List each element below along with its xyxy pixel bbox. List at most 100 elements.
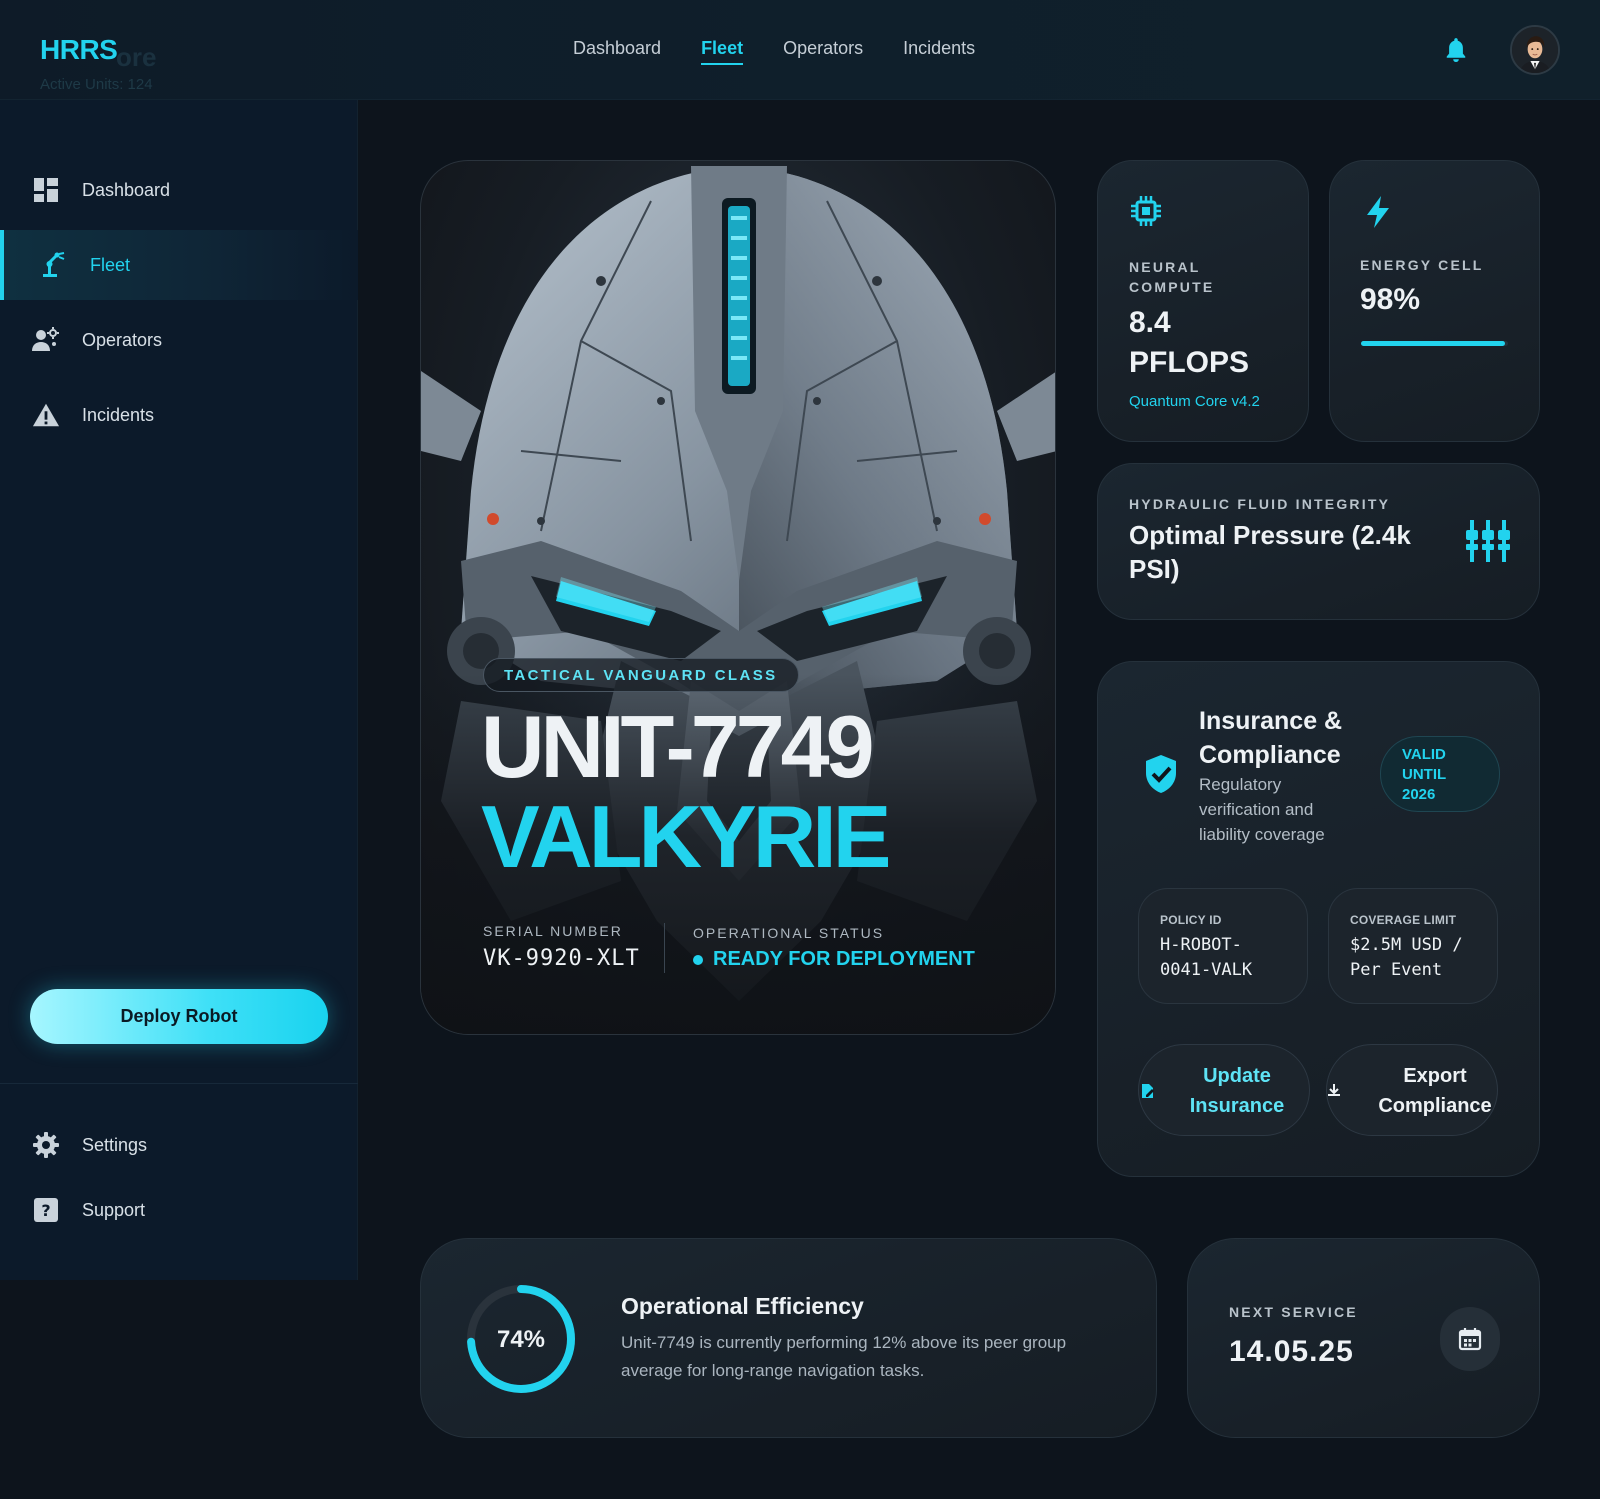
neural-label-line2: COMPUTE (1129, 279, 1215, 295)
sidebar-item-operators[interactable]: Operators (0, 305, 358, 375)
serial-number-label: SERIAL NUMBER (483, 923, 623, 939)
efficiency-desc-line2: average for long-range navigation tasks. (621, 1361, 925, 1380)
top-nav-operators[interactable]: Operators (783, 38, 863, 65)
badge-line1: VALID (1402, 746, 1446, 763)
neural-label-line1: NEURAL (1129, 259, 1201, 275)
hydraulic-value-line2: PSI) (1129, 554, 1180, 584)
sidebar-item-support[interactable]: ? Support (0, 1175, 358, 1245)
top-nav: Dashboard Fleet Operators Incidents (573, 38, 975, 65)
operational-status-value: READY FOR DEPLOYMENT (693, 948, 975, 971)
next-service-date: 14.05.25 (1229, 1335, 1354, 1368)
neural-compute-label: NEURAL COMPUTE (1129, 257, 1214, 297)
class-badge: TACTICAL VANGUARD CLASS (483, 658, 799, 692)
serial-number-value: VK-9920-XLT (483, 946, 640, 971)
coverage-limit-value: $2.5M USD / Per Event (1350, 933, 1463, 983)
compliance-title-line2: Compliance (1199, 741, 1341, 769)
sidebar-item-label: Operators (82, 329, 163, 350)
grid-icon (32, 176, 60, 204)
compliance-title-line1: Insurance & (1199, 707, 1343, 735)
export-compliance-label: Export Compliance (1355, 1061, 1515, 1121)
efficiency-description: Unit-7749 is currently performing 12% ab… (621, 1329, 1066, 1385)
download-icon (1328, 1084, 1340, 1096)
top-nav-incidents[interactable]: Incidents (903, 38, 975, 65)
export-label-line2: Compliance (1378, 1095, 1492, 1117)
policy-value-line2: 0041-VALK (1160, 960, 1253, 980)
energy-progress-track (1361, 341, 1508, 346)
operators-icon (32, 326, 60, 354)
edit-document-icon (1142, 1084, 1154, 1098)
brand-logo[interactable]: HRRS (40, 34, 118, 66)
sidebar-item-label: Settings (82, 1134, 148, 1155)
top-bar: ore HRRS Active Units: 124 Dashboard Fle… (0, 0, 1600, 100)
sidebar-item-label: Incidents (82, 404, 155, 425)
sidebar-item-label: Fleet (90, 254, 131, 275)
status-dot-icon (693, 954, 703, 965)
operational-status-label: OPERATIONAL STATUS (693, 925, 885, 941)
insurance-compliance-card: Insurance & Compliance Regulatory verifi… (1097, 661, 1540, 1177)
neural-value-line2: PFLOPS (1129, 346, 1250, 379)
valves-icon (1466, 520, 1510, 562)
deploy-robot-button[interactable]: Deploy Robot (30, 989, 328, 1044)
update-label-line2: Insurance (1189, 1095, 1285, 1117)
shield-check-icon (1146, 755, 1176, 793)
coverage-value-line2: Per Event (1350, 960, 1443, 980)
next-service-card: NEXT SERVICE 14.05.25 (1187, 1238, 1540, 1438)
sidebar: Dashboard Fleet Operators Incidents Depl… (0, 100, 358, 1280)
efficiency-percent: 74% (496, 1326, 546, 1353)
badge-line2: UNTIL (1402, 766, 1447, 783)
compliance-description: Regulatory verification and liability co… (1199, 772, 1325, 847)
hydraulic-label: HYDRAULIC FLUID INTEGRITY (1129, 496, 1391, 512)
sidebar-item-incidents[interactable]: Incidents (0, 380, 358, 450)
sidebar-divider (0, 1083, 358, 1084)
gear-icon (32, 1131, 60, 1159)
coverage-limit-box: COVERAGE LIMIT $2.5M USD / Per Event (1328, 888, 1498, 1004)
top-nav-fleet[interactable]: Fleet (701, 38, 744, 65)
hero-divider (664, 923, 665, 973)
user-avatar[interactable] (1510, 25, 1560, 75)
valid-until-badge: VALID UNTIL 2026 (1380, 736, 1500, 812)
calendar-button[interactable] (1440, 1307, 1500, 1371)
badge-line3: 2026 (1402, 786, 1436, 803)
update-insurance-label: Update Insurance (1167, 1061, 1307, 1121)
operational-efficiency-card: 74% Operational Efficiency Unit-7749 is … (420, 1238, 1157, 1438)
efficiency-desc-line1: Unit-7749 is currently performing 12% ab… (621, 1333, 1067, 1352)
export-label-line1: Export (1403, 1065, 1467, 1087)
efficiency-title: Operational Efficiency (621, 1293, 864, 1319)
energy-progress-fill (1361, 341, 1506, 346)
brand-ghost-text: ore (116, 42, 157, 72)
hydraulic-integrity-card: HYDRAULIC FLUID INTEGRITY Optimal Pressu… (1097, 463, 1540, 620)
energy-cell-value: 98% (1360, 283, 1421, 316)
sidebar-item-label: Dashboard (82, 179, 171, 200)
avatar-portrait-icon (1512, 27, 1558, 73)
sidebar-item-fleet[interactable]: Fleet (0, 230, 358, 300)
policy-value-line1: H-ROBOT- (1160, 935, 1242, 955)
sidebar-item-settings[interactable]: Settings (0, 1110, 358, 1180)
hydraulic-value-line1: Optimal Pressure (2.4k (1129, 520, 1411, 550)
status-text: READY FOR DEPLOYMENT (713, 948, 975, 970)
top-nav-dashboard[interactable]: Dashboard (573, 38, 661, 65)
coverage-limit-label: COVERAGE LIMIT (1350, 913, 1457, 927)
calendar-icon (1458, 1328, 1482, 1351)
warning-icon (32, 401, 60, 429)
robot-hero-card: TACTICAL VANGUARD CLASS UNIT-7749 VALKYR… (420, 160, 1056, 1035)
sidebar-item-label: Support (82, 1199, 146, 1220)
policy-id-value: H-ROBOT- 0041-VALK (1160, 933, 1252, 983)
neural-value-line1: 8.4 (1129, 306, 1171, 339)
help-icon: ? (32, 1196, 60, 1224)
unit-name: UNIT-7749 (481, 697, 875, 796)
compliance-desc-line3: liability coverage (1199, 825, 1325, 844)
coverage-value-line1: $2.5M USD / (1350, 935, 1463, 955)
export-compliance-button[interactable]: Export Compliance (1326, 1044, 1498, 1136)
update-insurance-button[interactable]: Update Insurance (1138, 1044, 1310, 1136)
svg-text:?: ? (41, 1201, 50, 1220)
next-service-label: NEXT SERVICE (1229, 1304, 1358, 1320)
sidebar-item-dashboard[interactable]: Dashboard (0, 155, 358, 225)
policy-id-label: POLICY ID (1160, 913, 1222, 927)
bolt-icon (1367, 196, 1389, 228)
compliance-desc-line2: verification and (1199, 800, 1314, 819)
robot-arm-icon (40, 251, 68, 279)
active-units-count: Active Units: 124 (40, 76, 153, 93)
neural-compute-subtitle: Quantum Core v4.2 (1129, 393, 1260, 410)
bell-icon[interactable] (1443, 36, 1469, 64)
policy-id-box: POLICY ID H-ROBOT- 0041-VALK (1138, 888, 1308, 1004)
